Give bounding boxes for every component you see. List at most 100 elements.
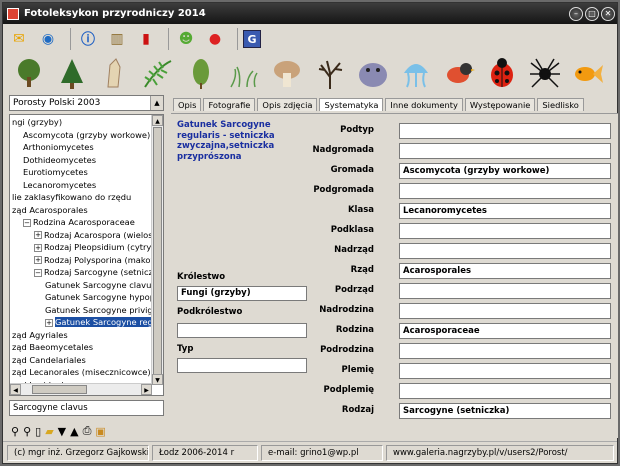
taxonomy-value-field[interactable]: Acarosporaceae xyxy=(399,323,611,339)
taxonomy-value-field[interactable]: Acarosporales xyxy=(399,263,611,279)
close-button[interactable]: ✕ xyxy=(601,6,615,21)
tree-item[interactable]: Arthoniomycetes xyxy=(10,141,152,154)
conifer2-icon[interactable] xyxy=(181,55,221,93)
taxonomy-value-field[interactable]: Sarcogyne (setniczka) xyxy=(399,403,611,419)
collection-dropdown[interactable]: Porosty Polski 2003 ▲ xyxy=(9,95,164,111)
tree-item[interactable]: Gatunek Sarcogyne hypop xyxy=(10,291,152,304)
tree-vertical-scrollbar[interactable]: ▲ ▼ xyxy=(151,115,163,385)
expand-icon[interactable]: + xyxy=(34,243,42,252)
taxonomy-value-field[interactable] xyxy=(399,243,611,259)
page-icon[interactable]: ▯ xyxy=(35,425,41,438)
arrow-down-icon[interactable]: ▼ xyxy=(58,425,66,438)
spider-icon[interactable] xyxy=(525,55,565,93)
ladybug-icon[interactable] xyxy=(482,55,522,93)
taxonomy-value-field[interactable] xyxy=(399,283,611,299)
tab-0[interactable]: Opis xyxy=(173,98,202,111)
globe-icon[interactable]: ◉ xyxy=(36,27,60,51)
krolestwo-field[interactable]: Fungi (grzyby) xyxy=(177,286,307,301)
tree-item[interactable]: Dothideomycetes xyxy=(10,154,152,167)
tree-item[interactable]: Gatunek Sarcogyne privigr xyxy=(10,304,152,317)
minimize-button[interactable]: – xyxy=(569,6,583,21)
tree-item[interactable]: Lecanoromycetes xyxy=(10,179,152,192)
taxonomy-value-field[interactable] xyxy=(399,303,611,319)
collapse-icon[interactable]: − xyxy=(23,218,31,227)
g-icon[interactable]: G xyxy=(243,30,261,48)
jellyfish-icon[interactable] xyxy=(396,55,436,93)
hscroll-thumb[interactable] xyxy=(32,385,87,394)
arrow-up-icon[interactable]: ▲ xyxy=(70,425,78,438)
expand-icon[interactable]: + xyxy=(34,231,42,239)
tree-item[interactable]: Gatunek Sarcogyne clavus xyxy=(10,279,152,292)
taxonomy-value-field[interactable] xyxy=(399,143,611,159)
bare-tree-icon[interactable] xyxy=(310,55,350,93)
taxonomy-value-field[interactable] xyxy=(399,223,611,239)
mail-icon[interactable]: ✉ xyxy=(7,27,31,51)
goldfish-icon[interactable] xyxy=(568,55,608,93)
maximize-button[interactable]: □ xyxy=(585,6,599,21)
tab-5[interactable]: Występowanie xyxy=(464,98,536,111)
tree-item[interactable]: +Rodzaj Acarospora (wielospor xyxy=(10,229,152,242)
scroll-left-icon[interactable]: ◀ xyxy=(10,384,21,395)
taxonomy-value-field[interactable]: Lecanoromycetes xyxy=(399,203,611,219)
taxonomy-value-field[interactable] xyxy=(399,183,611,199)
tab-4[interactable]: Inne dokumenty xyxy=(385,98,463,111)
tree-item[interactable]: ząd Candelariales xyxy=(10,354,152,367)
taxonomy-value-field[interactable] xyxy=(399,383,611,399)
grass-icon[interactable] xyxy=(224,55,264,93)
tree-item[interactable]: ząd Lecanorales (miseczniсowce) xyxy=(10,366,152,379)
podkrolestwo-field[interactable] xyxy=(177,323,307,338)
conifer-icon[interactable] xyxy=(52,55,92,93)
tree-icon[interactable] xyxy=(9,55,49,93)
hippo-icon[interactable] xyxy=(353,55,393,93)
tab-1[interactable]: Fotografie xyxy=(203,98,256,111)
zoom-icon[interactable]: ⚲ xyxy=(23,425,31,438)
expand-icon[interactable]: + xyxy=(45,318,53,327)
tree-item[interactable]: +Rodzaj Pleopsidium (cytrynik) xyxy=(10,241,152,254)
crystal-icon[interactable] xyxy=(95,55,135,93)
users-icon[interactable]: ☻ xyxy=(174,27,198,51)
taxonomy-label: Gromada xyxy=(330,165,374,175)
tree-item[interactable]: ngi (grzyby) xyxy=(10,116,152,129)
taxonomy-value-field[interactable] xyxy=(399,123,611,139)
mushroom-small-icon[interactable]: ● xyxy=(203,27,227,51)
tree-item[interactable]: − Rodzina Acarosporaceae xyxy=(10,216,152,229)
scroll-up-icon[interactable]: ▲ xyxy=(152,115,163,126)
fern-icon[interactable] xyxy=(138,55,178,93)
tree-item[interactable]: Eurotiomycetes xyxy=(10,166,152,179)
search-icon[interactable]: ⚲ xyxy=(11,425,19,438)
tree-item[interactable]: lie zaklasyfikowano do rzędu xyxy=(10,191,152,204)
tree-item[interactable]: +Gatunek Sarcogyne regula xyxy=(10,316,152,329)
tree-item[interactable]: −Rodzaj Sarcogyne (setniczka) xyxy=(10,266,152,279)
print-icon[interactable]: ⎙ xyxy=(83,424,92,438)
search-input[interactable]: Sarcogyne clavus xyxy=(9,400,164,416)
taxonomy-value-field[interactable] xyxy=(399,363,611,379)
tree-rows: ngi (grzyby) Ascomycota (grzyby workowe) A… xyxy=(10,116,152,391)
tree-item[interactable]: ząd Baeomycetales xyxy=(10,341,152,354)
scroll-thumb[interactable] xyxy=(153,127,162,375)
folder-icon[interactable]: ▰ xyxy=(45,425,53,438)
info-icon[interactable]: ⓘ xyxy=(76,27,100,51)
tree-item[interactable]: Ascomycota (grzyby workowe) xyxy=(10,129,152,142)
mushroom-icon[interactable] xyxy=(267,55,307,93)
tab-3[interactable]: Systematyka xyxy=(319,98,384,111)
tree-item-label: ngi (grzyby) xyxy=(12,117,63,127)
tree-item[interactable]: ząd Agyriales xyxy=(10,329,152,342)
red-book-icon[interactable]: ▮ xyxy=(134,27,158,51)
collapse-icon[interactable]: − xyxy=(34,268,42,277)
typ-field[interactable] xyxy=(177,358,307,373)
tab-2[interactable]: Opis zdjęcia xyxy=(257,98,318,111)
scroll-down-icon[interactable]: ▼ xyxy=(152,374,163,385)
tree-horizontal-scrollbar[interactable]: ◀ ▶ xyxy=(10,383,152,395)
taxonomy-value-field[interactable]: Ascomycota (grzyby workowe) xyxy=(399,163,611,179)
scroll-right-icon[interactable]: ▶ xyxy=(141,384,152,395)
chevron-down-icon[interactable]: ▲ xyxy=(150,96,163,110)
taxonomy-value-field[interactable] xyxy=(399,343,611,359)
bird-icon[interactable] xyxy=(439,55,479,93)
tab-6[interactable]: Siedlisko xyxy=(537,98,584,111)
tree-item[interactable]: ząd Acarosporales xyxy=(10,204,152,217)
book-icon[interactable]: ▥ xyxy=(105,27,129,51)
tree-item[interactable]: +Rodzaj Polysporina (makowin) xyxy=(10,254,152,267)
lock-icon[interactable]: ▣ xyxy=(95,425,105,438)
expand-icon[interactable]: + xyxy=(34,256,42,264)
taxonomy-tree[interactable]: ngi (grzyby) Ascomycota (grzyby workowe) A… xyxy=(9,114,164,396)
